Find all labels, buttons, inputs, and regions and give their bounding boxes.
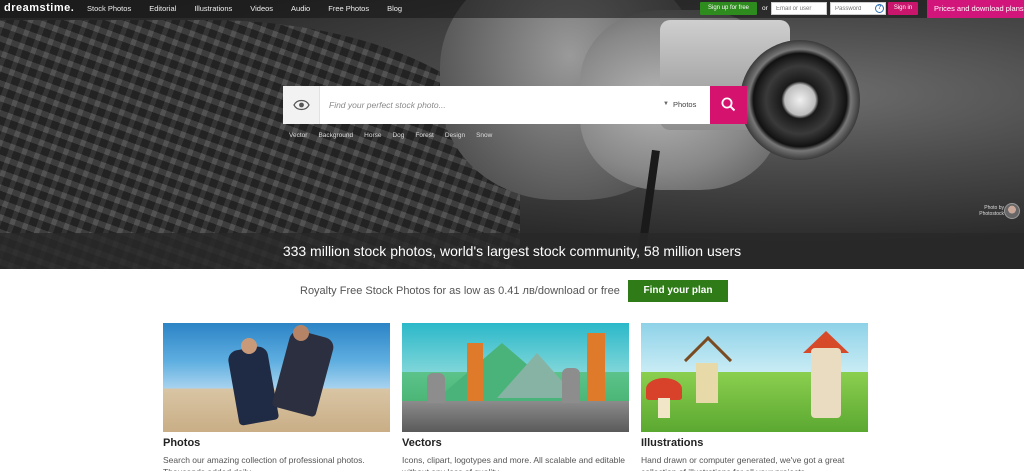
card-title[interactable]: Illustrations xyxy=(641,437,703,449)
email-field[interactable] xyxy=(771,2,827,15)
stats-banner-text: 333 million stock photos, world's larges… xyxy=(282,243,742,259)
vector-statue-left xyxy=(427,373,445,403)
illus-tower xyxy=(811,348,841,418)
nav-illustrations[interactable]: Illustrations xyxy=(194,0,232,18)
skater-one-head xyxy=(241,338,257,354)
category-card-vectors[interactable]: Vectors Icons, clipart, logotypes and mo… xyxy=(402,323,629,471)
top-navigation: dreamstime. Stock Photos Editorial Illus… xyxy=(0,0,1024,18)
promo-text: Royalty Free Stock Photos for as low as … xyxy=(300,285,620,297)
eye-icon xyxy=(293,99,310,111)
vector-ground xyxy=(402,401,629,432)
stats-banner: 333 million stock photos, world's larges… xyxy=(0,233,1024,269)
help-icon[interactable]: ? xyxy=(875,4,884,13)
tag-forest[interactable]: Forest xyxy=(415,132,433,139)
skater-two xyxy=(271,328,336,418)
search-button[interactable] xyxy=(710,86,747,124)
nav-editorial[interactable]: Editorial xyxy=(149,0,176,18)
prices-button[interactable]: Prices and download plans xyxy=(927,0,1024,18)
tag-background[interactable]: Background xyxy=(318,132,353,139)
logo[interactable]: dreamstime. xyxy=(4,2,74,14)
category-card-photos[interactable]: Photos Search our amazing collection of … xyxy=(163,323,390,471)
illustrations-thumbnail[interactable] xyxy=(641,323,868,432)
card-description: Hand drawn or computer generated, we've … xyxy=(641,455,845,471)
nav-free-photos[interactable]: Free Photos xyxy=(328,0,369,18)
vectors-thumbnail[interactable] xyxy=(402,323,629,432)
skater-two-head xyxy=(293,325,309,341)
hero-image: Photo by Photostock ▼ Photos Vector Back… xyxy=(0,0,1024,269)
signup-button[interactable]: Sign up for free xyxy=(700,2,757,15)
card-title[interactable]: Vectors xyxy=(402,437,442,449)
card-description: Icons, clipart, logotypes and more. All … xyxy=(402,455,626,471)
vector-totem-left xyxy=(467,343,483,401)
nav-audio[interactable]: Audio xyxy=(291,0,310,18)
tag-vector[interactable]: Vector xyxy=(289,132,307,139)
search-input[interactable] xyxy=(329,98,629,112)
signin-button[interactable]: Sign in xyxy=(888,2,918,15)
photographer-avatar xyxy=(1004,203,1020,219)
find-plan-button[interactable]: Find your plan xyxy=(628,280,728,302)
search-type-select[interactable]: ▼ Photos xyxy=(663,86,710,124)
photo-credit[interactable]: Photo by Photostock xyxy=(970,203,1022,221)
vector-statue-right xyxy=(562,368,580,403)
hero-camera-lens xyxy=(740,40,860,160)
chevron-down-icon: ▼ xyxy=(663,101,669,107)
tag-dog[interactable]: Dog xyxy=(392,132,404,139)
nav-stock-photos[interactable]: Stock Photos xyxy=(87,0,131,18)
tag-horse[interactable]: Horse xyxy=(364,132,381,139)
magnifier-icon xyxy=(721,97,736,112)
tag-design[interactable]: Design xyxy=(445,132,465,139)
popular-tags: Vector Background Horse Dog Forest Desig… xyxy=(289,132,503,139)
tag-snow[interactable]: Snow xyxy=(476,132,492,139)
nav-videos[interactable]: Videos xyxy=(250,0,273,18)
photos-thumbnail[interactable] xyxy=(163,323,390,432)
search-bar: ▼ Photos xyxy=(283,86,747,124)
skater-one xyxy=(226,345,280,426)
vector-totem-right xyxy=(587,333,605,401)
illus-windmill-blades xyxy=(683,335,733,385)
card-description: Search our amazing collection of profess… xyxy=(163,455,365,471)
nav-blog[interactable]: Blog xyxy=(387,0,402,18)
search-type-label: Photos xyxy=(673,100,697,109)
or-label: or xyxy=(762,5,768,12)
main-nav: Stock Photos Editorial Illustrations Vid… xyxy=(87,0,420,18)
photo-credit-text: Photo by Photostock xyxy=(979,205,1004,217)
preview-toggle[interactable] xyxy=(283,86,320,124)
illus-mushroom-cap xyxy=(646,378,682,400)
card-title[interactable]: Photos xyxy=(163,437,200,449)
illus-mushroom-stem xyxy=(658,398,670,418)
category-card-illustrations[interactable]: Illustrations Hand drawn or computer gen… xyxy=(641,323,868,471)
